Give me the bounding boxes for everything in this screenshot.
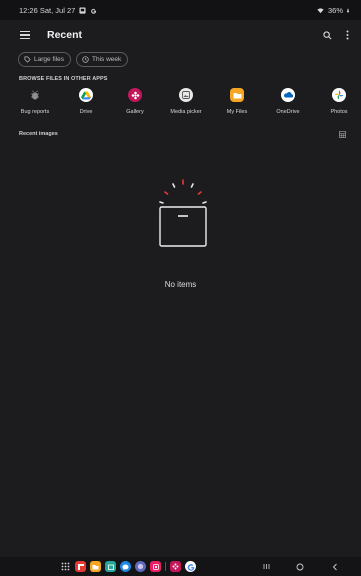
more-options-icon[interactable] bbox=[346, 30, 349, 40]
app-drawer-icon[interactable] bbox=[60, 561, 71, 572]
app-label: OneDrive bbox=[276, 109, 300, 115]
browse-section-label: BROWSE FILES IN OTHER APPS bbox=[19, 76, 108, 82]
status-time-date: 12:26 Sat, Jul 27 bbox=[19, 5, 76, 15]
onedrive-icon bbox=[281, 88, 295, 102]
internet-icon[interactable] bbox=[135, 561, 146, 572]
messages-icon[interactable] bbox=[120, 561, 131, 572]
filter-chips: Large files This week bbox=[18, 52, 129, 67]
app-label: My Files bbox=[226, 109, 248, 115]
google-notification-icon bbox=[91, 8, 97, 14]
photos-icon bbox=[332, 88, 346, 102]
chip-label: Large files bbox=[34, 56, 64, 63]
app-media-picker[interactable]: Media picker bbox=[163, 88, 209, 115]
browse-apps-row: Bug reports Drive Gallery Media picker M… bbox=[0, 88, 361, 124]
search-icon[interactable] bbox=[323, 30, 332, 40]
app-bar: Recent bbox=[0, 20, 361, 50]
app-drive[interactable]: Drive bbox=[63, 88, 109, 115]
app-label: Bug reports bbox=[20, 109, 50, 115]
tag-icon bbox=[24, 56, 31, 63]
gallery-dock-icon[interactable] bbox=[170, 561, 181, 572]
app-label: Drive bbox=[79, 109, 93, 115]
bug-icon bbox=[28, 88, 42, 102]
battery-icon bbox=[347, 8, 349, 12]
home-button[interactable] bbox=[294, 561, 306, 572]
app-label: Photos bbox=[330, 109, 348, 115]
gallery-icon bbox=[128, 88, 142, 102]
app-onedrive[interactable]: OneDrive bbox=[265, 88, 311, 115]
app-bug-reports[interactable]: Bug reports bbox=[12, 88, 58, 115]
empty-box-illustration bbox=[159, 179, 207, 247]
chip-large-files[interactable]: Large files bbox=[18, 52, 71, 67]
my-files-icon[interactable] bbox=[90, 561, 101, 572]
app-my-files[interactable]: My Files bbox=[214, 88, 260, 115]
clock-icon bbox=[82, 56, 89, 63]
app-label: Gallery bbox=[126, 109, 144, 115]
status-bar: 12:26 Sat, Jul 27 36% bbox=[0, 0, 361, 20]
app-label: Media picker bbox=[170, 109, 202, 115]
media-picker-icon bbox=[179, 88, 193, 102]
app-dock bbox=[60, 560, 196, 573]
navigation-bar bbox=[0, 557, 361, 576]
dock-separator bbox=[165, 562, 166, 571]
app-gallery[interactable]: Gallery bbox=[112, 88, 158, 115]
app-photos[interactable]: Photos bbox=[316, 88, 361, 115]
wifi-icon bbox=[317, 7, 324, 13]
empty-state-text: No items bbox=[164, 280, 197, 289]
back-icon bbox=[332, 563, 337, 570]
recents-button[interactable] bbox=[261, 561, 271, 572]
drive-icon bbox=[79, 88, 93, 102]
battery-percent: 36% bbox=[327, 5, 343, 15]
flipboard-icon[interactable] bbox=[75, 561, 86, 572]
recent-images-label: Recent images bbox=[19, 131, 58, 137]
menu-icon[interactable] bbox=[20, 29, 32, 41]
calendar-icon[interactable] bbox=[105, 561, 116, 572]
chip-label: This week bbox=[92, 56, 122, 63]
page-title: Recent bbox=[47, 29, 83, 41]
screenshot-notification-icon bbox=[79, 6, 86, 14]
folder-icon bbox=[230, 88, 244, 102]
google-icon[interactable] bbox=[185, 561, 196, 572]
recents-icon bbox=[263, 564, 269, 569]
home-icon bbox=[296, 563, 304, 570]
back-button[interactable] bbox=[330, 561, 340, 572]
grid-view-icon[interactable] bbox=[339, 131, 346, 138]
chip-this-week[interactable]: This week bbox=[76, 52, 129, 67]
screen-recorder-icon[interactable] bbox=[150, 561, 161, 572]
